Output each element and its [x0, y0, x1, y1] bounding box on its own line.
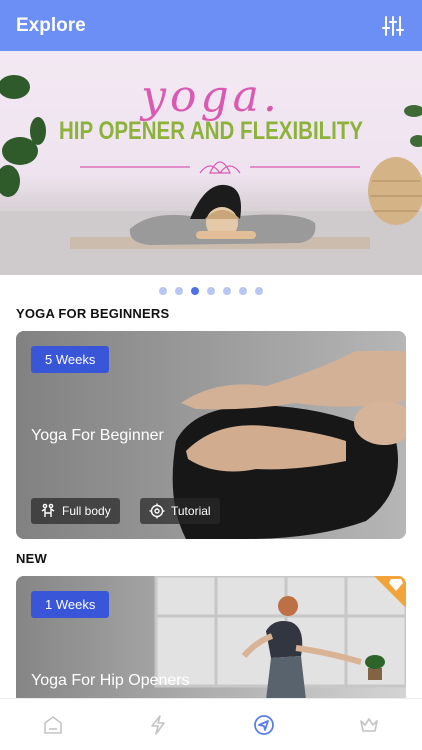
chip-full-body: Full body: [31, 498, 120, 524]
pager-dot[interactable]: [159, 287, 167, 295]
page-title: Explore: [16, 14, 86, 36]
tab-premium[interactable]: [349, 705, 389, 745]
featured-banner[interactable]: yoga. HIP OPENER AND FLEXIBILITY: [0, 51, 422, 275]
banner-headline: HIP OPENER AND FLEXIBILITY: [58, 117, 364, 145]
compass-icon: [253, 714, 274, 735]
section-title-beginners: YOGA FOR BEGINNERS: [16, 306, 170, 321]
body-icon: [41, 503, 55, 517]
pager-dot[interactable]: [191, 287, 199, 295]
banner-script-text: yoga.: [141, 71, 281, 122]
section-title-new: NEW: [16, 551, 47, 566]
target-icon: [149, 503, 165, 519]
filter-button[interactable]: [380, 13, 406, 39]
tab-home[interactable]: [33, 705, 73, 745]
pager-dot[interactable]: [175, 287, 183, 295]
tab-workouts[interactable]: [138, 705, 178, 745]
crown-icon: [360, 717, 379, 732]
lightning-icon: [151, 714, 166, 735]
diamond-icon: [389, 579, 403, 591]
bottom-tab-bar: [0, 698, 422, 750]
banner-pager[interactable]: [0, 287, 422, 295]
pager-dot[interactable]: [223, 287, 231, 295]
pager-dot[interactable]: [207, 287, 215, 295]
tab-explore[interactable]: [244, 705, 284, 745]
chip-label: Tutorial: [171, 504, 211, 518]
program-card-beginner[interactable]: 5 Weeks Yoga For Beginner Full body Tuto…: [16, 331, 406, 539]
card-title: Yoga For Hip Openers: [31, 672, 190, 689]
pager-dot[interactable]: [239, 287, 247, 295]
duration-badge: 1 Weeks: [31, 591, 110, 618]
app-header: Explore: [0, 0, 422, 51]
card-title: Yoga For Beginner: [31, 427, 164, 444]
duration-badge: 5 Weeks: [31, 346, 110, 373]
sliders-icon: [382, 15, 404, 36]
pager-dot[interactable]: [255, 287, 263, 295]
chip-tutorial: Tutorial: [140, 498, 220, 524]
home-icon: [43, 715, 62, 734]
program-card-hip-openers[interactable]: 1 Weeks Yoga For Hip Openers: [16, 576, 406, 700]
chip-label: Full body: [62, 504, 111, 518]
